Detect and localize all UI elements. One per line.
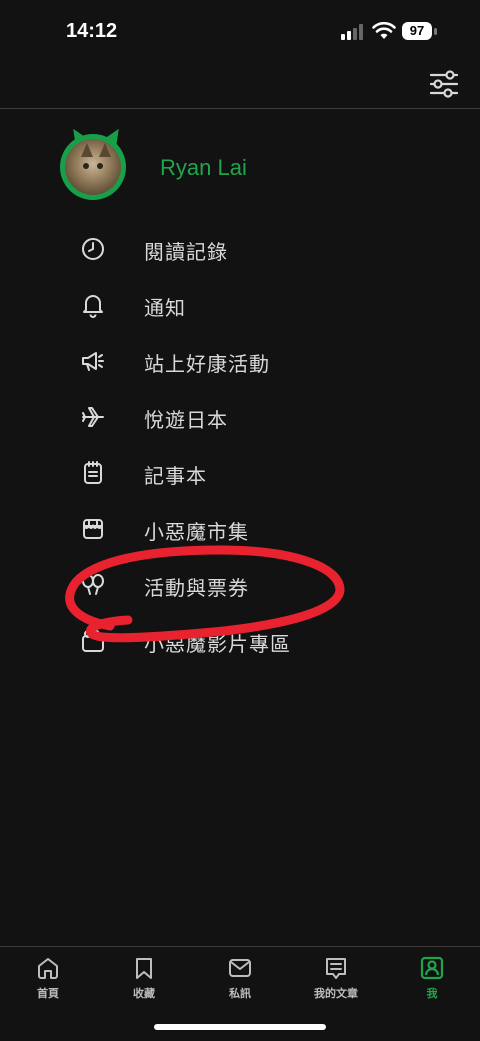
storefront-icon <box>83 519 103 539</box>
tab-label: 收藏 <box>133 987 155 1000</box>
tab-label: 我 <box>426 987 438 1000</box>
battery-level: 97 <box>409 23 425 38</box>
menu-item-label: 悅遊日本 <box>144 408 228 432</box>
tab-label: 首頁 <box>37 987 59 1000</box>
home-icon <box>38 958 58 979</box>
airplane-icon <box>82 407 104 427</box>
sliders-icon <box>429 70 459 98</box>
menu-item-label: 閱讀記錄 <box>144 240 228 264</box>
tab-label: 私訊 <box>229 987 251 1000</box>
menu-item-japan-travel[interactable]: 悅遊日本 <box>60 390 440 446</box>
avatar-cat-photo <box>65 139 121 195</box>
article-icon <box>326 958 346 979</box>
header-divider <box>0 108 480 109</box>
megaphone-icon <box>82 352 104 371</box>
menu-item-label: 小惡魔影片專區 <box>144 632 291 656</box>
menu-item-label: 站上好康活動 <box>144 352 270 376</box>
menu-item-devil-market[interactable]: 小惡魔市集 <box>60 502 440 558</box>
tab-label: 我的文章 <box>314 987 358 1000</box>
battery-indicator: 97 <box>402 22 438 42</box>
cellular-signal-icon <box>341 24 363 40</box>
status-bar: 14:12 97 <box>0 0 480 64</box>
menu-item-devil-videos[interactable]: 小惡魔影片專區 <box>60 614 440 670</box>
clock-icon <box>82 238 104 260</box>
tab-favorites[interactable]: 收藏 <box>96 955 192 1011</box>
menu-item-label: 小惡魔市集 <box>144 520 249 544</box>
status-time: 14:12 <box>66 20 118 42</box>
menu-item-reading-history[interactable]: 閱讀記錄 <box>60 222 440 278</box>
menu-item-label: 活動與票券 <box>144 576 249 600</box>
menu-item-label: 通知 <box>144 296 186 320</box>
menu-item-label: 記事本 <box>144 464 207 488</box>
menu-item-notifications[interactable]: 通知 <box>60 278 440 334</box>
avatar[interactable] <box>58 125 130 204</box>
home-indicator[interactable] <box>154 1024 326 1030</box>
notepad-icon <box>84 461 102 484</box>
settings-sliders-button[interactable] <box>426 66 462 102</box>
bookmark-icon <box>136 958 152 979</box>
tab-me[interactable]: 我 <box>384 955 480 1011</box>
tab-my-articles[interactable]: 我的文章 <box>288 955 384 1011</box>
profile-name[interactable]: Ryan Lai <box>160 155 247 181</box>
wifi-icon <box>372 22 396 39</box>
tab-home[interactable]: 首頁 <box>0 955 96 1011</box>
video-icon <box>82 630 104 652</box>
menu-item-promotions[interactable]: 站上好康活動 <box>60 334 440 390</box>
profile-icon <box>420 956 444 980</box>
mail-icon <box>229 959 251 977</box>
menu-item-notepad[interactable]: 記事本 <box>60 446 440 502</box>
bell-icon <box>83 295 103 318</box>
balloons-icon <box>82 574 104 595</box>
tab-messages[interactable]: 私訊 <box>192 955 288 1011</box>
menu-item-events-tickets[interactable]: 活動與票券 <box>60 558 440 614</box>
